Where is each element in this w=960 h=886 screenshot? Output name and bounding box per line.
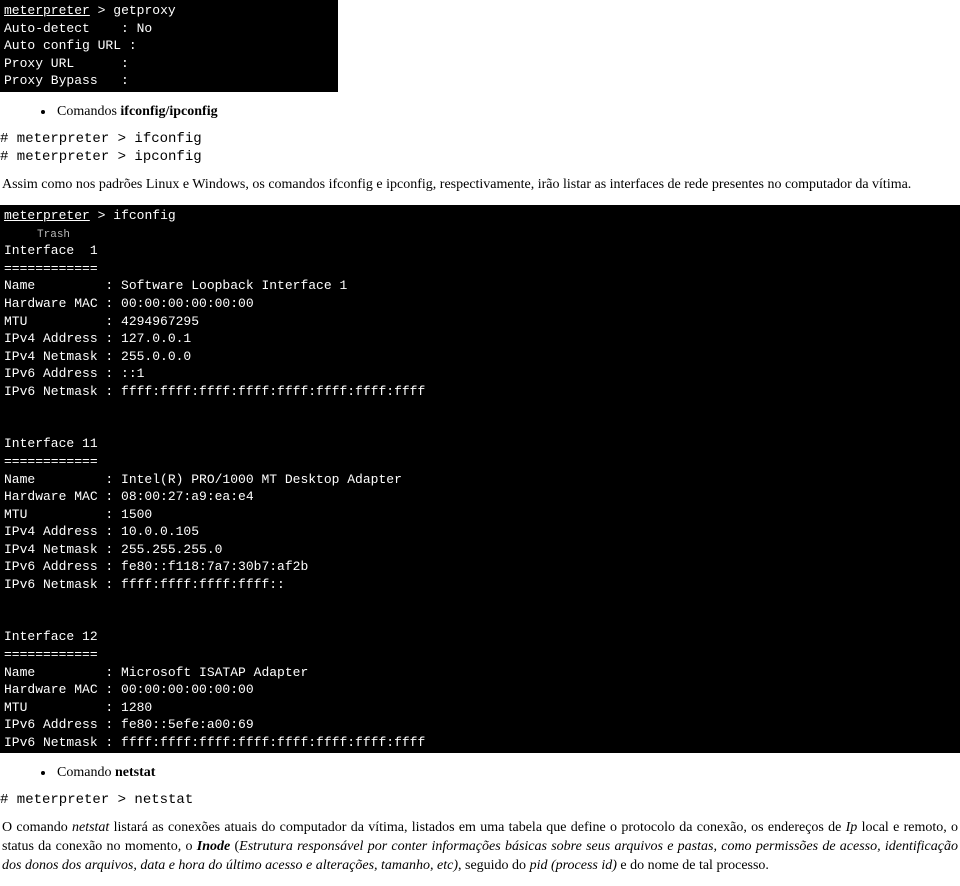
command-example-ifconfig: # meterpreter > ifconfig # meterpreter >… xyxy=(0,130,960,166)
bullet-ifconfig-ipconfig: Comandos ifconfig/ipconfig xyxy=(55,104,960,120)
term-prompt: meterpreter xyxy=(4,3,90,18)
iface-sep: ============ xyxy=(4,647,98,662)
term-line: Auto-detect : No xyxy=(4,21,152,36)
terminal-getproxy: meterpreter > getproxy Auto-detect : No … xyxy=(0,0,338,92)
iface-row: Hardware MAC : 00:00:00:00:00:00 xyxy=(4,296,254,311)
iface-row: MTU : 1500 xyxy=(4,507,152,522)
iface-row: IPv6 Address : fe80::f118:7a7:30b7:af2b xyxy=(4,559,308,574)
terminal-ifconfig: meterpreter > ifconfig Trash Interface 1… xyxy=(0,205,960,753)
iface-row: Name : Microsoft ISATAP Adapter xyxy=(4,665,308,680)
term-prompt: meterpreter xyxy=(4,208,90,223)
bullet-list: Comando netstat xyxy=(0,765,960,781)
iface-row: IPv4 Netmask : 255.255.255.0 xyxy=(4,542,222,557)
iface-header: Interface 1 xyxy=(4,243,98,258)
iface-row: Hardware MAC : 00:00:00:00:00:00 xyxy=(4,682,254,697)
term-line: Proxy URL : xyxy=(4,56,129,71)
iface-row: IPv6 Netmask : ffff:ffff:ffff:ffff:ffff:… xyxy=(4,384,425,399)
iface-row: IPv4 Address : 10.0.0.105 xyxy=(4,524,199,539)
term-cmd: getproxy xyxy=(113,3,175,18)
iface-sep: ============ xyxy=(4,454,98,469)
iface-row: IPv6 Address : fe80::5efe:a00:69 xyxy=(4,717,254,732)
iface-row: Name : Software Loopback Interface 1 xyxy=(4,278,347,293)
term-cmd: ifconfig xyxy=(113,208,175,223)
iface-row: Hardware MAC : 08:00:27:a9:ea:e4 xyxy=(4,489,254,504)
iface-row: IPv6 Netmask : ffff:ffff:ffff:ffff:ffff:… xyxy=(4,735,425,750)
iface-row: IPv6 Netmask : ffff:ffff:ffff:ffff:: xyxy=(4,577,285,592)
term-line: Auto config URL : xyxy=(4,38,137,53)
iface-row: IPv4 Address : 127.0.0.1 xyxy=(4,331,191,346)
paragraph-ifconfig-desc: Assim como nos padrões Linux e Windows, … xyxy=(2,176,958,195)
term-line: Proxy Bypass : xyxy=(4,73,129,88)
iface-row: IPv4 Netmask : 255.0.0.0 xyxy=(4,349,191,364)
iface-header: Interface 12 xyxy=(4,629,98,644)
bullet-list: Comandos ifconfig/ipconfig xyxy=(0,104,960,120)
term-gt xyxy=(90,3,98,18)
iface-row: Name : Intel(R) PRO/1000 MT Desktop Adap… xyxy=(4,472,402,487)
trash-label xyxy=(4,229,37,241)
iface-row: MTU : 1280 xyxy=(4,700,152,715)
paragraph-netstat-desc: O comando netstat listará as conexões at… xyxy=(2,819,958,876)
bullet-netstat: Comando netstat xyxy=(55,765,960,781)
iface-header: Interface 11 xyxy=(4,436,98,451)
iface-row: MTU : 4294967295 xyxy=(4,314,199,329)
command-example-netstat: # meterpreter > netstat xyxy=(0,791,960,809)
iface-row: IPv6 Address : ::1 xyxy=(4,366,144,381)
iface-sep: ============ xyxy=(4,261,98,276)
